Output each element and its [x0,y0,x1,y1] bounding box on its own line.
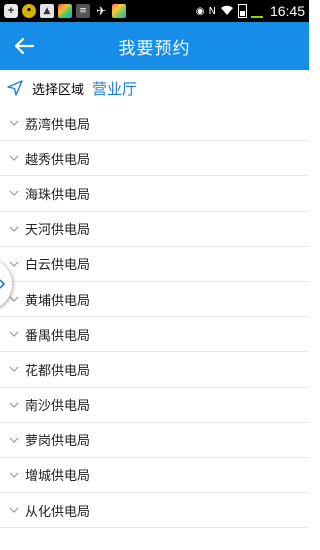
bureau-name: 天河供电局 [25,223,91,239]
bureau-name: 番禺供电局 [25,328,91,344]
chevron-down-icon [9,437,19,443]
bureau-name: 荔湾供电局 [25,117,91,133]
app-bar: 我要预约 [0,22,309,70]
pin-icon: ✈ [95,4,107,18]
list-item[interactable]: 增城供电局 [0,458,309,494]
system-icons: ◉ N 16:45 [196,3,305,19]
bureau-list: 荔湾供电局 越秀供电局 海珠供电局 天河供电局 白云供电局 黄埔供电局 番禺供电… [0,106,309,529]
list-item[interactable]: 从化供电局 [0,493,309,529]
bureau-name: 花都供电局 [25,363,91,379]
battery-icon [237,4,247,18]
bureau-name: 白云供电局 [25,258,91,274]
list-item[interactable]: 白云供电局 [0,247,309,282]
bureau-name: 黄埔供电局 [25,293,91,309]
bureau-name: 从化供电局 [25,504,91,520]
chevron-down-icon [9,226,19,232]
bureau-name: 增城供电局 [25,469,91,485]
app-icon [112,4,126,18]
list-item[interactable]: 天河供电局 [0,212,309,247]
charging-icon [250,4,263,18]
page-title: 我要预约 [118,38,191,59]
app-icon [58,4,72,18]
chevron-down-icon [9,366,19,373]
list-item[interactable]: 越秀供电局 [0,141,309,177]
add-icon: + [4,4,18,18]
list-item[interactable]: 番禺供电局 [0,317,309,353]
chevron-down-icon [9,261,19,267]
eye-icon: ◉ [195,5,205,17]
list-item[interactable]: 海珠供电局 [0,176,309,212]
bureau-name: 南沙供电局 [25,399,91,415]
coin-icon: • [22,4,36,18]
app-icon: ≡ [76,4,90,18]
chevron-down-icon [9,191,19,197]
chevron-down-icon [9,155,19,162]
list-item[interactable]: 荔湾供电局 [0,106,309,142]
back-button[interactable] [10,32,38,60]
arrow-left-icon [14,37,34,55]
nfc-icon: N [208,5,216,17]
image-icon: ▲ [40,4,54,18]
region-value[interactable]: 营业厅 [92,78,137,99]
list-item[interactable]: 黄埔供电局 [0,282,309,318]
chevron-down-icon [9,120,19,126]
chevron-down-icon [9,331,19,338]
bureau-name: 萝岗供电局 [25,434,91,450]
chevron-right-icon [0,279,6,289]
list-item[interactable]: 萝岗供电局 [0,423,309,458]
bureau-name: 海珠供电局 [25,187,91,203]
wifi-icon [220,4,234,19]
list-item[interactable]: 花都供电局 [0,352,309,388]
notification-icons: + • ▲ ≡ ✈ [4,4,126,18]
chevron-down-icon [9,507,19,514]
chevron-down-icon [9,472,19,478]
list-item[interactable]: 南沙供电局 [0,388,309,423]
chevron-down-icon [9,402,19,408]
bureau-name: 越秀供电局 [25,152,91,168]
clock: 16:45 [269,3,305,19]
navigation-arrow-icon [7,80,23,96]
region-selector[interactable]: 选择区域 营业厅 [0,70,309,106]
region-label: 选择区域 [32,82,85,98]
status-bar: + • ▲ ≡ ✈ ◉ N 16:45 [0,0,309,22]
